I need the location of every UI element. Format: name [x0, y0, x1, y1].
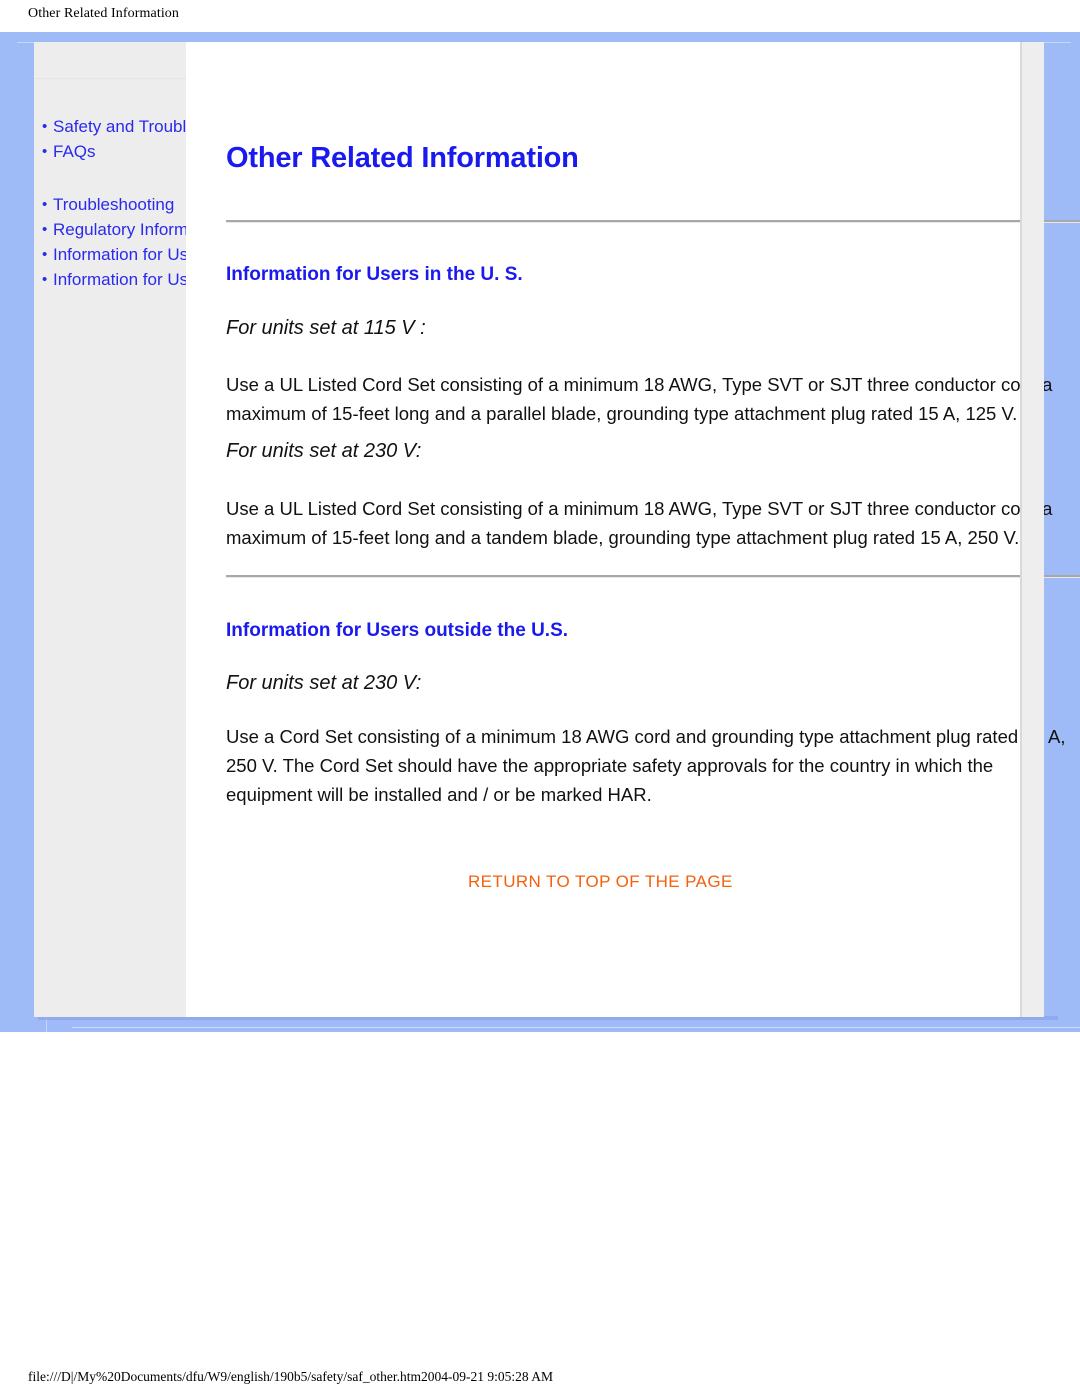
- page-title: Other Related Information: [226, 142, 579, 174]
- document-page: • Safety and Troubleshooting • FAQs • Tr…: [34, 42, 1080, 1017]
- main-content: Other Related Information Information fo…: [186, 42, 1080, 1017]
- subheading-230v-us: For units set at 230 V:: [226, 440, 422, 462]
- bullet-icon: •: [42, 271, 48, 288]
- section-heading-outside-us: Information for Users outside the U.S.: [226, 620, 569, 641]
- sidebar: • Safety and Troubleshooting • FAQs • Tr…: [34, 42, 336, 1017]
- sidebar-item-label: Troubleshooting: [53, 195, 175, 214]
- sidebar-nav: • Safety and Troubleshooting • FAQs • Tr…: [40, 114, 336, 292]
- print-page-header: Other Related Information: [28, 6, 180, 21]
- bullet-icon: •: [42, 118, 48, 135]
- bullet-icon: •: [42, 221, 48, 238]
- section-heading-us: Information for Users in the U. S.: [226, 264, 523, 285]
- sidebar-item-troubleshooting[interactable]: • Troubleshooting: [40, 192, 190, 217]
- sidebar-item-faqs[interactable]: • FAQs: [40, 139, 190, 164]
- sidebar-item-label: Information for Users Outside the U.S: [53, 270, 336, 289]
- sidebar-group-primary: • Safety and Troubleshooting • FAQs: [40, 114, 260, 164]
- sidebar-item-regulatory-information[interactable]: • Regulatory Information: [40, 217, 225, 242]
- print-page-footer: file:///D|/My%20Documents/dfu/W9/english…: [28, 1369, 554, 1384]
- sidebar-item-label: Information for Users in the U.S: [53, 245, 292, 264]
- page-gutter: [1022, 42, 1044, 1017]
- subheading-230v-outside-us: For units set at 230 V:: [226, 672, 422, 694]
- sidebar-item-label: Safety and Troubleshooting: [53, 117, 260, 136]
- sidebar-item-information-for-users-in-the-us[interactable]: • Information for Users in the U.S: [40, 242, 292, 267]
- bullet-icon: •: [42, 246, 48, 263]
- frame-highlight-bottom: [72, 1027, 1080, 1028]
- section-divider-top: [226, 220, 1080, 223]
- return-to-top-link[interactable]: RETURN TO TOP OF THE PAGE: [468, 872, 733, 892]
- section-divider-middle: [226, 575, 1080, 578]
- paragraph-230v-cordset-outside-us: Use a Cord Set consisting of a minimum 1…: [226, 726, 1066, 805]
- sidebar-group-secondary: • Troubleshooting • Regulatory Informati…: [40, 192, 336, 292]
- sidebar-item-information-for-users-outside-the-us[interactable]: • Information for Users Outside the U.S: [40, 267, 336, 292]
- sidebar-item-safety-and-troubleshooting[interactable]: • Safety and Troubleshooting: [40, 114, 260, 139]
- bullet-icon: •: [42, 196, 48, 213]
- paragraph-115v-cordset: Use a UL Listed Cord Set consisting of a…: [226, 374, 1053, 424]
- page-frame: • Safety and Troubleshooting • FAQs • Tr…: [0, 32, 1080, 1032]
- bullet-icon: •: [42, 143, 48, 160]
- sidebar-divider: [34, 78, 186, 79]
- sidebar-item-label: Regulatory Information: [53, 220, 225, 239]
- sidebar-item-label: FAQs: [53, 142, 96, 161]
- paragraph-230v-cordset-us: Use a UL Listed Cord Set consisting of a…: [226, 498, 1053, 548]
- subheading-115v: For units set at 115 V :: [226, 317, 426, 339]
- sidebar-group-spacer: [40, 164, 190, 192]
